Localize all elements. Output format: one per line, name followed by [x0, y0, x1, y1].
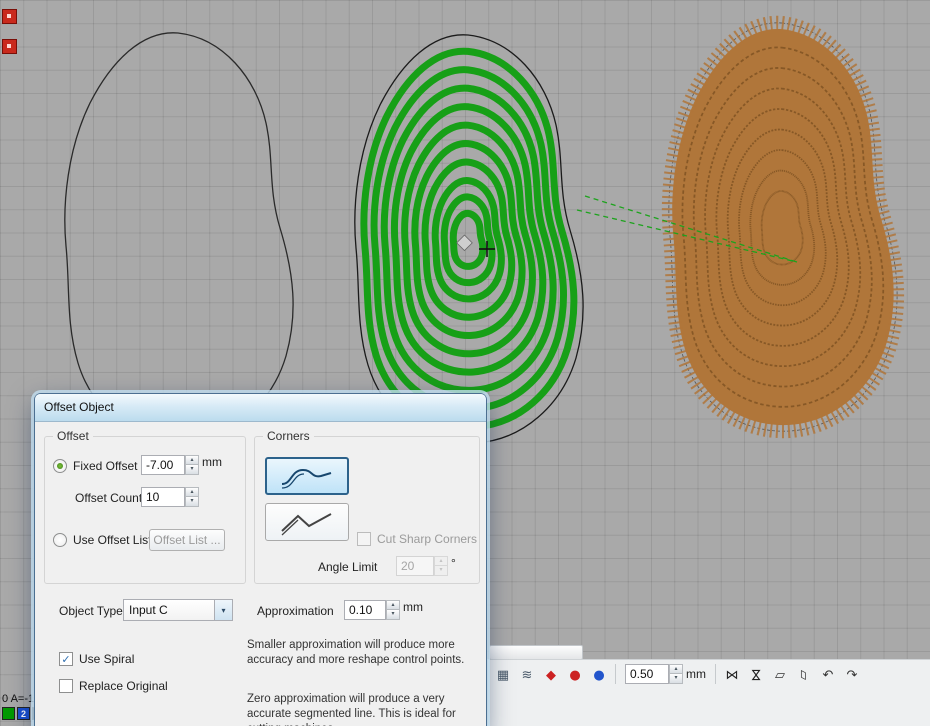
sharp-corners-button[interactable]	[265, 503, 349, 541]
offset-spiral-shape[interactable]	[355, 35, 583, 443]
red-dot-node-icon[interactable]: ●	[564, 664, 586, 686]
offset-count-label: Offset Count	[75, 491, 142, 505]
toolbar-icon-group-left: ▦≋◆●●	[492, 664, 610, 686]
flip-vertical-icon[interactable]: ⋈	[745, 664, 767, 686]
angle-limit-label: Angle Limit	[318, 560, 377, 574]
checkbox-checked-icon[interactable]: ✓	[59, 652, 73, 666]
sharp-corner-icon	[276, 507, 338, 537]
dialog-titlebar[interactable]: Offset Object	[35, 394, 486, 422]
fixed-offset-field: ▴ ▾ mm	[141, 455, 226, 475]
approximation-spinner[interactable]: ▴ ▾	[386, 600, 400, 620]
object-type-label: Object Type	[59, 604, 123, 618]
radio-selected-icon[interactable]	[53, 459, 67, 473]
spin-up-icon[interactable]: ▴	[434, 556, 448, 566]
green-color-chip[interactable]	[2, 707, 15, 720]
angle-limit-unit: °	[451, 556, 456, 570]
outline-shape[interactable]	[65, 33, 293, 441]
checkbox-unchecked-icon[interactable]	[59, 679, 73, 693]
approximation-unit: mm	[403, 600, 423, 614]
corners-group-label: Corners	[263, 429, 314, 443]
stitch-spacing-unit: mm	[686, 667, 706, 681]
offset-group-label: Offset	[53, 429, 93, 443]
toolbar-icon-group-right: ⋈⋈▱▱↶↷	[721, 664, 863, 686]
spin-up-icon[interactable]: ▴	[386, 600, 400, 610]
stitch-spacing-control: ▴ ▾ mm	[625, 664, 710, 684]
skew-horizontal-icon[interactable]: ▱	[769, 664, 791, 686]
fixed-offset-spinner[interactable]: ▴ ▾	[185, 455, 199, 475]
use-spiral-checkbox[interactable]: ✓ Use Spiral	[59, 652, 134, 666]
offset-count-input[interactable]	[141, 487, 185, 507]
fixed-offset-radio[interactable]: Fixed Offset	[53, 459, 137, 473]
spin-down-icon[interactable]: ▾	[185, 497, 199, 507]
object-type-dropdown[interactable]: Input C ▾	[123, 599, 233, 621]
offset-count-spinner[interactable]: ▴ ▾	[185, 487, 199, 507]
use-offset-list-label: Use Offset List	[73, 533, 151, 547]
stitched-shape[interactable]	[669, 23, 897, 431]
spin-up-icon[interactable]: ▴	[185, 487, 199, 497]
offset-list-button[interactable]: Offset List ...	[149, 529, 225, 551]
spin-down-icon[interactable]: ▾	[669, 674, 683, 684]
fixed-offset-input[interactable]	[141, 455, 185, 475]
toolbar-separator	[615, 664, 616, 684]
zero-approximation-info-text: Zero approximation will produce a very a…	[247, 692, 479, 726]
application-window: ▦≋◆●● ▴ ▾ mm ⋈⋈▱▱↶↷ 0 A=-14 2 Offset Obj…	[0, 0, 930, 726]
fixed-offset-label: Fixed Offset	[73, 459, 137, 473]
offset-count-field: ▴ ▾	[141, 487, 199, 507]
chevron-down-icon[interactable]: ▾	[214, 600, 232, 620]
use-offset-list-radio[interactable]: Use Offset List	[53, 533, 151, 547]
blue-dot-node-icon[interactable]: ●	[588, 664, 610, 686]
bottom-toolbar: ▦≋◆●● ▴ ▾ mm ⋈⋈▱▱↶↷	[487, 659, 930, 726]
spin-down-icon[interactable]: ▾	[386, 610, 400, 620]
approximation-field: ▴ ▾ mm	[344, 600, 427, 620]
toolbar-separator	[715, 664, 716, 684]
approximation-info-text: Smaller approximation will produce more …	[247, 638, 479, 668]
use-spiral-label: Use Spiral	[79, 652, 134, 666]
rotate-ccw-icon[interactable]: ↶	[817, 664, 839, 686]
blue-color-chip[interactable]: 2	[17, 707, 30, 720]
spin-down-icon[interactable]: ▾	[185, 465, 199, 475]
red-diamond-node-icon[interactable]: ◆	[540, 664, 562, 686]
horizontal-scrollbar-thumb[interactable]	[489, 645, 583, 660]
cut-sharp-corners-label: Cut Sharp Corners	[377, 532, 477, 546]
dialog-body: Offset Fixed Offset ▴ ▾ mm Offset Count	[35, 422, 486, 726]
run-stitch-icon[interactable]: ≋	[516, 664, 538, 686]
replace-original-checkbox[interactable]: Replace Original	[59, 679, 168, 693]
skew-vertical-icon[interactable]: ▱	[793, 664, 815, 686]
radio-unselected-icon[interactable]	[53, 533, 67, 547]
corners-group: Corners Cut Sharp Corners	[254, 436, 480, 584]
checkbox-unchecked-icon[interactable]	[357, 532, 371, 546]
flip-horizontal-icon[interactable]: ⋈	[721, 664, 743, 686]
offset-group: Offset Fixed Offset ▴ ▾ mm Offset Count	[44, 436, 246, 584]
spin-up-icon[interactable]: ▴	[185, 455, 199, 465]
spin-up-icon[interactable]: ▴	[669, 664, 683, 674]
angle-limit-spinner[interactable]: ▴ ▾	[434, 556, 448, 576]
cut-sharp-corners-checkbox[interactable]: Cut Sharp Corners	[357, 532, 477, 546]
dialog-title: Offset Object	[44, 400, 114, 414]
offset-object-dialog: Offset Object Offset Fixed Offset ▴ ▾ mm	[35, 394, 486, 726]
approximation-label: Approximation	[257, 604, 334, 618]
stitch-spacing-input[interactable]	[625, 664, 669, 684]
replace-original-label: Replace Original	[79, 679, 168, 693]
spin-down-icon[interactable]: ▾	[434, 566, 448, 576]
rotate-cw-icon[interactable]: ↷	[841, 664, 863, 686]
angle-limit-input[interactable]	[396, 556, 434, 576]
rounded-corner-icon	[276, 461, 338, 491]
spiral-center-node[interactable]	[457, 235, 473, 251]
fill-stitch-icon[interactable]: ▦	[492, 664, 514, 686]
angle-limit-field: ▴ ▾ °	[396, 556, 460, 576]
rounded-corners-button[interactable]	[265, 457, 349, 495]
stitch-spacing-spinner[interactable]: ▴ ▾	[669, 664, 683, 684]
approximation-input[interactable]	[344, 600, 386, 620]
object-type-value: Input C	[124, 603, 214, 617]
fixed-offset-unit: mm	[202, 455, 222, 469]
